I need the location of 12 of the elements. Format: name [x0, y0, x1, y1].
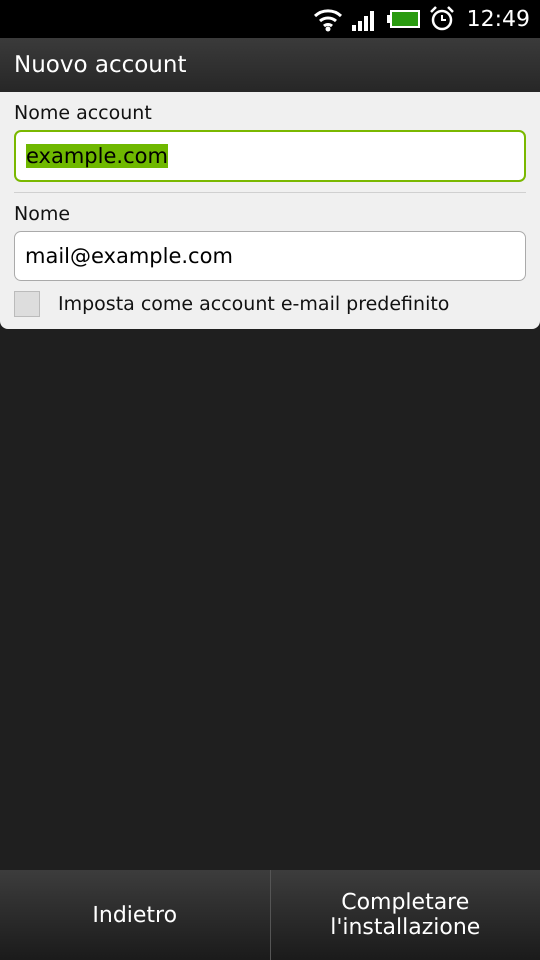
field-label: Nome account	[14, 102, 153, 124]
back-button[interactable]: Indietro	[0, 870, 270, 960]
alarm-clock-icon	[428, 6, 455, 32]
field-label: Nome	[14, 203, 72, 225]
battery-icon	[386, 9, 421, 29]
input-field[interactable]: example.com	[14, 130, 526, 182]
window-title: Nuovo account	[14, 52, 186, 78]
input-field[interactable]: mail@example.com	[14, 231, 526, 281]
finish-button[interactable]: Completare l'installazione	[270, 870, 540, 960]
clock-time: 12:49	[466, 6, 530, 32]
checkbox[interactable]	[14, 291, 40, 317]
checkbox-label: Imposta come account e-mail predefinito	[58, 293, 450, 315]
